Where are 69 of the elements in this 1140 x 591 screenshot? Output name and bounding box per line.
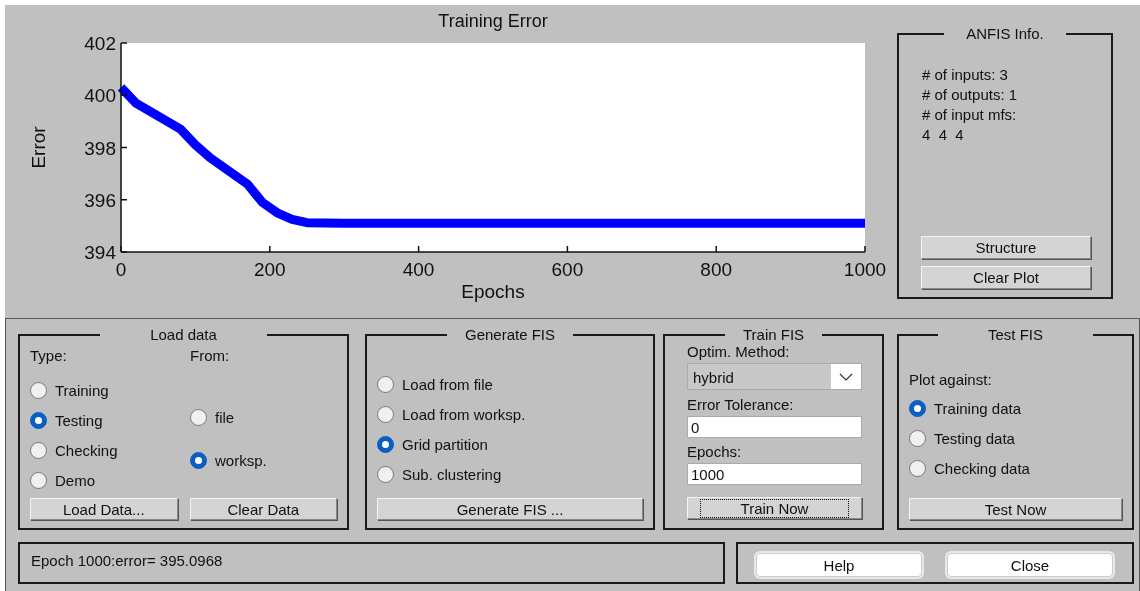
radio-button[interactable] — [377, 465, 394, 483]
field-label: Epochs: — [687, 443, 743, 460]
push-button[interactable]: Structure — [921, 236, 1091, 259]
info-text: # of input mfs: — [922, 105, 1018, 125]
panel-title: Train FIS — [742, 326, 805, 343]
tick-label: 396 — [84, 189, 116, 211]
field-label: Type: — [30, 347, 68, 365]
tick-label: 800 — [700, 259, 733, 280]
axis-label: Epochs — [461, 281, 525, 302]
panel-title: ANFIS Info. — [966, 25, 1044, 42]
radio-label: Testing data — [934, 429, 1015, 447]
field-label: Error Tolerance: — [687, 396, 795, 413]
radio-label: Training — [55, 381, 109, 399]
radio-label: Training data — [934, 399, 1021, 417]
status-text: Epoch 1000:error= 395.0968 — [31, 552, 223, 569]
radio-button[interactable] — [909, 429, 926, 447]
field-label: From: — [190, 347, 231, 365]
tick-label: 400 — [84, 85, 116, 107]
push-button[interactable]: Test Now — [909, 498, 1122, 520]
radio-button[interactable] — [30, 441, 47, 459]
radio-label: Checking — [55, 441, 118, 459]
tick-label: 394 — [84, 242, 116, 263]
radio-button[interactable] — [190, 452, 207, 469]
input-field[interactable]: 0 — [687, 416, 862, 438]
radio-label: Sub. clustering — [402, 465, 502, 483]
radio-label: Demo — [55, 471, 95, 489]
push-button[interactable]: Load Data... — [30, 498, 178, 520]
panel-title: Generate FIS — [464, 326, 555, 343]
radio-button[interactable] — [377, 435, 394, 453]
panel-title: Test FIS — [988, 326, 1043, 343]
radio-button[interactable] — [377, 375, 394, 393]
push-button[interactable]: Train Now — [687, 497, 862, 519]
radio-label: file — [215, 409, 235, 426]
push-button[interactable]: Close — [947, 553, 1113, 577]
chart-title: Training Error — [438, 11, 548, 31]
radio-label: Load from file — [402, 375, 493, 393]
radio-button[interactable] — [30, 381, 47, 399]
tick-label: 600 — [551, 259, 584, 280]
radio-button[interactable] — [377, 405, 394, 423]
tick-label: 398 — [84, 137, 116, 159]
tick-label: 402 — [84, 33, 116, 54]
radio-label: Grid partition — [402, 435, 488, 453]
chevron-down-icon — [839, 372, 853, 381]
tick-label: 1000 — [843, 259, 887, 280]
info-text: # of outputs: 1 — [922, 85, 1019, 105]
radio-label: Checking data — [934, 459, 1030, 477]
push-button[interactable]: Help — [756, 553, 922, 577]
push-button[interactable]: Generate FIS ... — [377, 498, 643, 520]
info-text: 4 4 4 — [922, 125, 965, 145]
method-dropdown[interactable]: hybrid — [687, 363, 862, 390]
input-field[interactable]: 1000 — [687, 463, 862, 485]
radio-label: Testing — [55, 411, 103, 429]
tick-label: 0 — [115, 259, 127, 280]
push-button[interactable]: Clear Data — [189, 498, 337, 520]
axis-label: Error — [28, 126, 49, 169]
tick-label: 200 — [253, 259, 286, 280]
field-label: Optim. Method: — [687, 343, 791, 360]
radio-button[interactable] — [909, 459, 926, 477]
radio-button[interactable] — [30, 411, 47, 429]
tick-label: 400 — [402, 259, 435, 280]
radio-button[interactable] — [909, 399, 926, 417]
radio-label: Load from worksp. — [402, 405, 526, 423]
radio-button[interactable] — [190, 409, 207, 426]
push-button[interactable]: Clear Plot — [921, 266, 1091, 289]
info-text: # of inputs: 3 — [922, 65, 1009, 85]
radio-label: worksp. — [215, 452, 267, 469]
panel-title: Load data — [150, 326, 217, 343]
field-label: Plot against: — [909, 371, 993, 389]
radio-button[interactable] — [30, 471, 47, 489]
